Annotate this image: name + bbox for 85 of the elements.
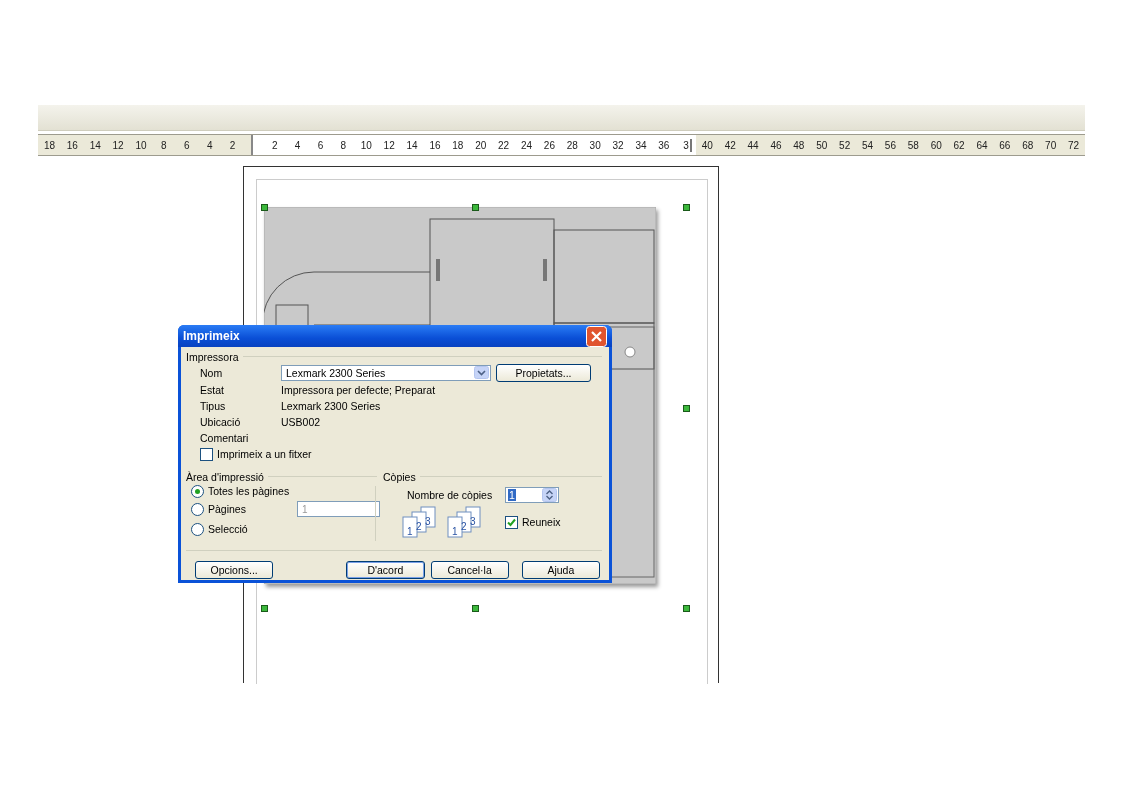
selection-handle[interactable] (683, 405, 690, 412)
dialog-button[interactable]: Cancel·la (430, 561, 509, 579)
ruler-number: 8 (160, 139, 168, 151)
group-label: Impressora (186, 350, 239, 363)
ruler-number: 12 (382, 139, 396, 151)
group-label: Àrea d'impressió (186, 470, 264, 483)
ruler-number: 52 (838, 139, 852, 151)
ruler-number: 20 (474, 139, 488, 151)
ruler-number: 66 (998, 139, 1012, 151)
ruler-number: 56 (883, 139, 897, 151)
ruler-number: 40 (700, 139, 714, 151)
dialog-button[interactable]: Ajuda (521, 561, 600, 579)
ruler-number: 42 (723, 139, 737, 151)
printer-dropdown[interactable]: Lexmark 2300 Series (281, 364, 491, 381)
ruler-number: 30 (588, 139, 602, 151)
checkbox[interactable] (200, 447, 213, 461)
ruler-number: 64 (975, 139, 989, 151)
selection-handle[interactable] (472, 204, 479, 211)
radio-button[interactable] (191, 502, 204, 516)
ruler-number: 36 (657, 139, 671, 151)
field-value: Impressora per defecte; Preparat (281, 384, 436, 396)
field-label: Ubicació (200, 416, 242, 428)
spin-arrows-icon[interactable] (542, 487, 557, 502)
ruler-number: 32 (611, 139, 625, 151)
ruler-number: 16 (65, 139, 79, 151)
ruler-number: 60 (929, 139, 943, 151)
ruler-number: 28 (565, 139, 579, 151)
selection-handle[interactable] (261, 605, 268, 612)
ruler-number: 6 (316, 139, 325, 151)
ruler-number: 16 (428, 139, 442, 151)
checkbox-label[interactable]: Reuneix (522, 516, 561, 528)
checkbox[interactable] (505, 515, 518, 529)
radio-label[interactable]: Pàgines (208, 503, 246, 515)
selection-handle[interactable] (683, 605, 690, 612)
ruler-number: 58 (906, 139, 920, 151)
field-value: USB002 (281, 416, 321, 428)
ruler-number: 54 (860, 139, 875, 151)
group-label: Còpies (383, 470, 416, 483)
ruler-number: 44 (746, 139, 760, 151)
ruler-number: 2 (228, 139, 237, 151)
field-value: Lexmark 2300 Series (281, 400, 381, 412)
ruler-number: 50 (815, 139, 829, 151)
dialog-button[interactable]: D'acord (346, 561, 425, 579)
selection-handle[interactable] (472, 605, 479, 612)
ruler-number: 48 (792, 139, 806, 151)
ruler-number: 10 (359, 139, 373, 151)
close-icon[interactable] (586, 325, 607, 347)
checkbox-label[interactable]: Imprimeix a un fitxer (217, 448, 312, 460)
field-label: Nom (200, 366, 224, 379)
properties-button[interactable]: Propietats... (496, 363, 591, 382)
radio-button[interactable] (191, 522, 204, 536)
field-label: Comentari (200, 432, 250, 444)
radio-button[interactable] (191, 484, 204, 498)
selection-handle[interactable] (261, 204, 268, 211)
ruler-number: 68 (1021, 139, 1035, 151)
ruler-number: 2 (270, 139, 279, 151)
selection-handle[interactable] (683, 204, 690, 211)
ruler-number: 72 (1067, 139, 1081, 151)
dialog-button[interactable]: Opcions... (195, 561, 274, 579)
ruler-number: 4 (293, 139, 302, 151)
copies-spin-field[interactable]: 1 (505, 486, 559, 503)
ruler-number: 8 (339, 139, 348, 151)
ruler-number: 18 (42, 139, 56, 151)
ruler-number: 46 (769, 139, 783, 151)
ruler-number: 26 (542, 139, 556, 151)
ruler-number: 12 (111, 139, 125, 151)
ruler-number: 4 (205, 139, 214, 151)
ruler-number: 22 (497, 139, 511, 151)
radio-label[interactable]: Totes les pàgines (208, 485, 290, 497)
ruler-number: 10 (134, 139, 148, 151)
radio-label[interactable]: Selecció (208, 523, 248, 535)
ruler-number: 70 (1044, 139, 1058, 151)
ruler-marker-icon[interactable] (689, 138, 692, 152)
ruler-number: 14 (88, 139, 102, 151)
ruler-number: 3 (682, 139, 689, 151)
ruler-number: 62 (952, 139, 966, 151)
field-label: Estat (200, 384, 225, 396)
ruler-number: 34 (634, 139, 648, 151)
dialog-title: Imprimeix (183, 329, 240, 343)
ruler-number: 18 (451, 139, 465, 151)
field-label: Tipus (200, 400, 227, 412)
ruler-number: 14 (405, 139, 419, 151)
ruler-number: 6 (183, 139, 191, 151)
field-label: Nombre de còpies (407, 488, 493, 501)
ruler-number: 24 (519, 139, 534, 151)
